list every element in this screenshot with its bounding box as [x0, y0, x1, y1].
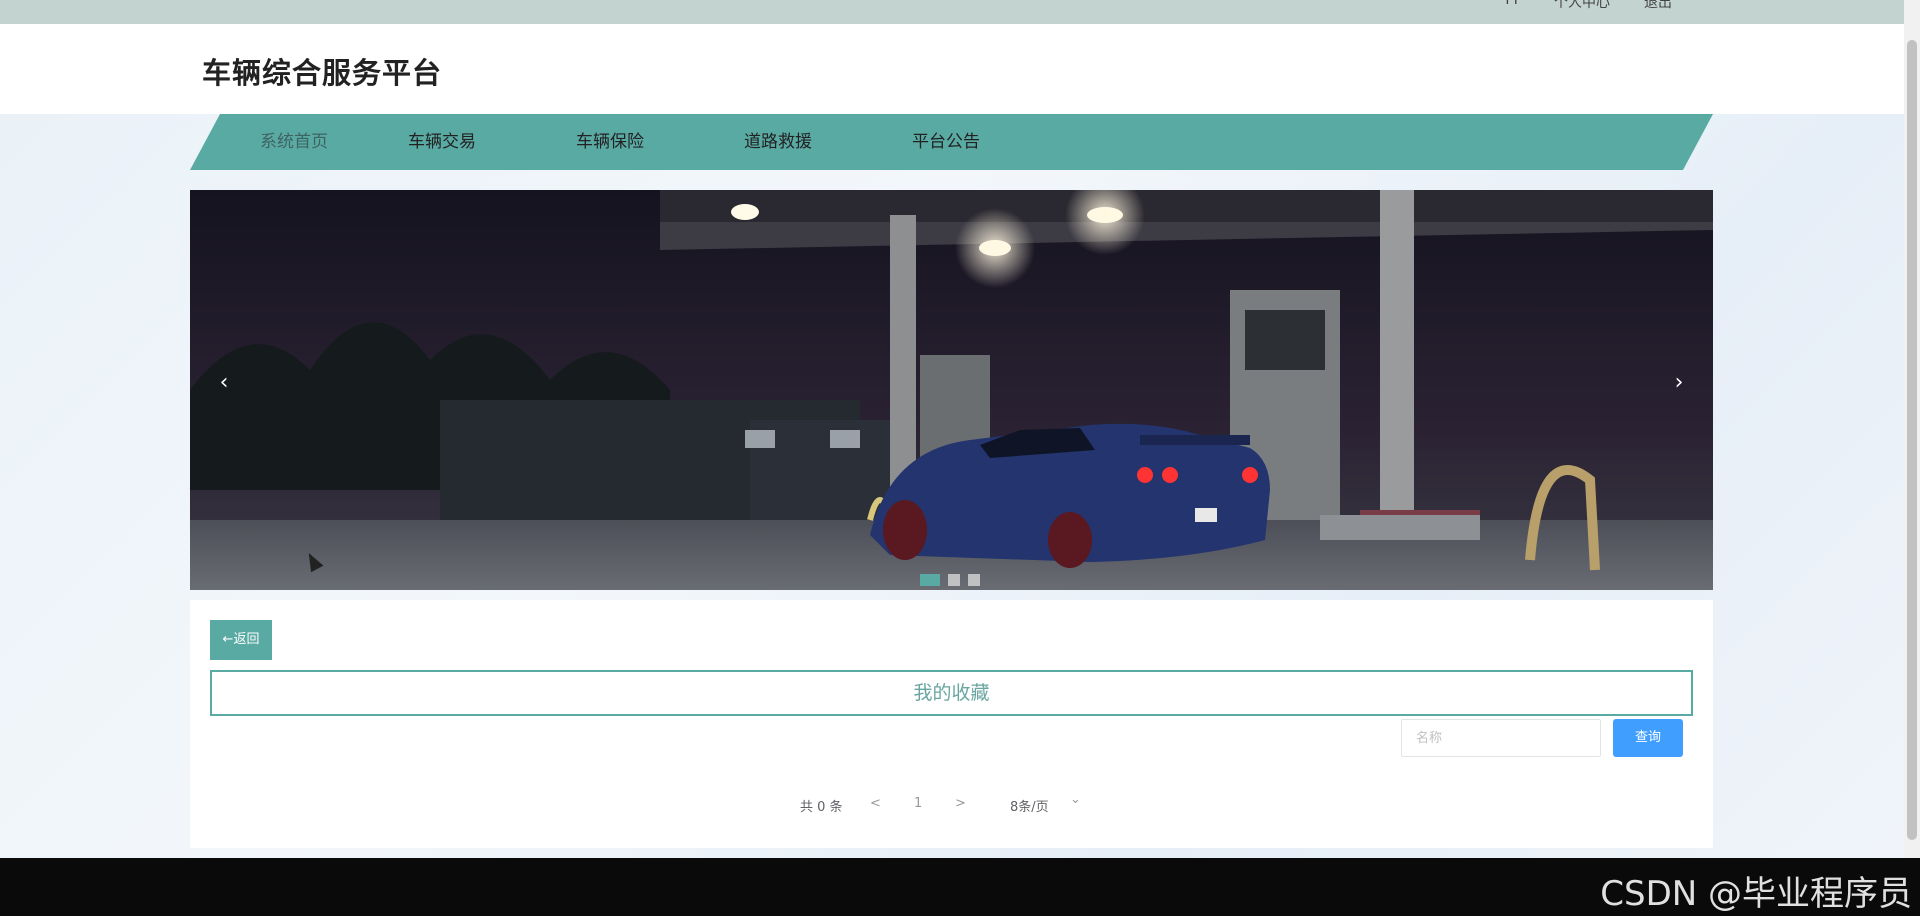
user-link[interactable]: TT [1503, 0, 1520, 12]
header: 车辆综合服务平台 [0, 24, 1904, 114]
carousel-dot-3[interactable] [968, 574, 980, 586]
banner-image [190, 190, 1713, 590]
logout-link[interactable]: 退出 [1644, 0, 1672, 12]
carousel-prev-arrow[interactable]: ‹ [212, 370, 236, 395]
carousel-indicators [920, 574, 980, 586]
nav-item-home[interactable]: 系统首页 [260, 114, 328, 170]
main-nav: 系统首页 车辆交易 车辆保险 道路救援 平台公告 [190, 114, 1713, 170]
watermark: CSDN @毕业程序员 [1600, 874, 1912, 914]
search-input[interactable] [1401, 719, 1601, 757]
carousel-dot-1[interactable] [920, 574, 940, 586]
top-bar: TT 个人中心 退出 [0, 0, 1904, 24]
scrollbar-thumb[interactable] [1907, 40, 1917, 840]
footer-bar: CSDN @毕业程序员 [0, 858, 1920, 916]
pagination-prev-button[interactable]: < [870, 796, 881, 811]
nav-item-vehicle-trade[interactable]: 车辆交易 [408, 114, 476, 170]
query-button[interactable]: 查询 [1613, 719, 1683, 757]
page-scrollbar[interactable] [1904, 0, 1920, 858]
page-size-select[interactable]: 8条/页 [1010, 796, 1049, 815]
section-title: 我的收藏 [210, 670, 1693, 716]
nav-item-road-rescue[interactable]: 道路救援 [744, 114, 812, 170]
back-button[interactable]: ←返回 [210, 620, 272, 660]
pagination-next-button[interactable]: > [955, 796, 966, 811]
pagination-total: 共 0 条 [800, 800, 843, 815]
nav-item-vehicle-insurance[interactable]: 车辆保险 [576, 114, 644, 170]
banner-carousel: ‹ › [190, 190, 1713, 590]
nav-item-announcements[interactable]: 平台公告 [912, 114, 980, 170]
pagination-page-1[interactable]: 1 [914, 796, 922, 811]
carousel-dot-2[interactable] [948, 574, 960, 586]
profile-link[interactable]: 个人中心 [1554, 0, 1610, 12]
favorites-panel: ←返回 我的收藏 查询 共 0 条 < 1 > 8条/页 ⌄ [190, 600, 1713, 848]
carousel-next-arrow[interactable]: › [1667, 370, 1691, 395]
top-links: TT 个人中心 退出 [1503, 0, 1672, 12]
site-title: 车辆综合服务平台 [202, 56, 443, 90]
chevron-down-icon[interactable]: ⌄ [1070, 792, 1081, 807]
